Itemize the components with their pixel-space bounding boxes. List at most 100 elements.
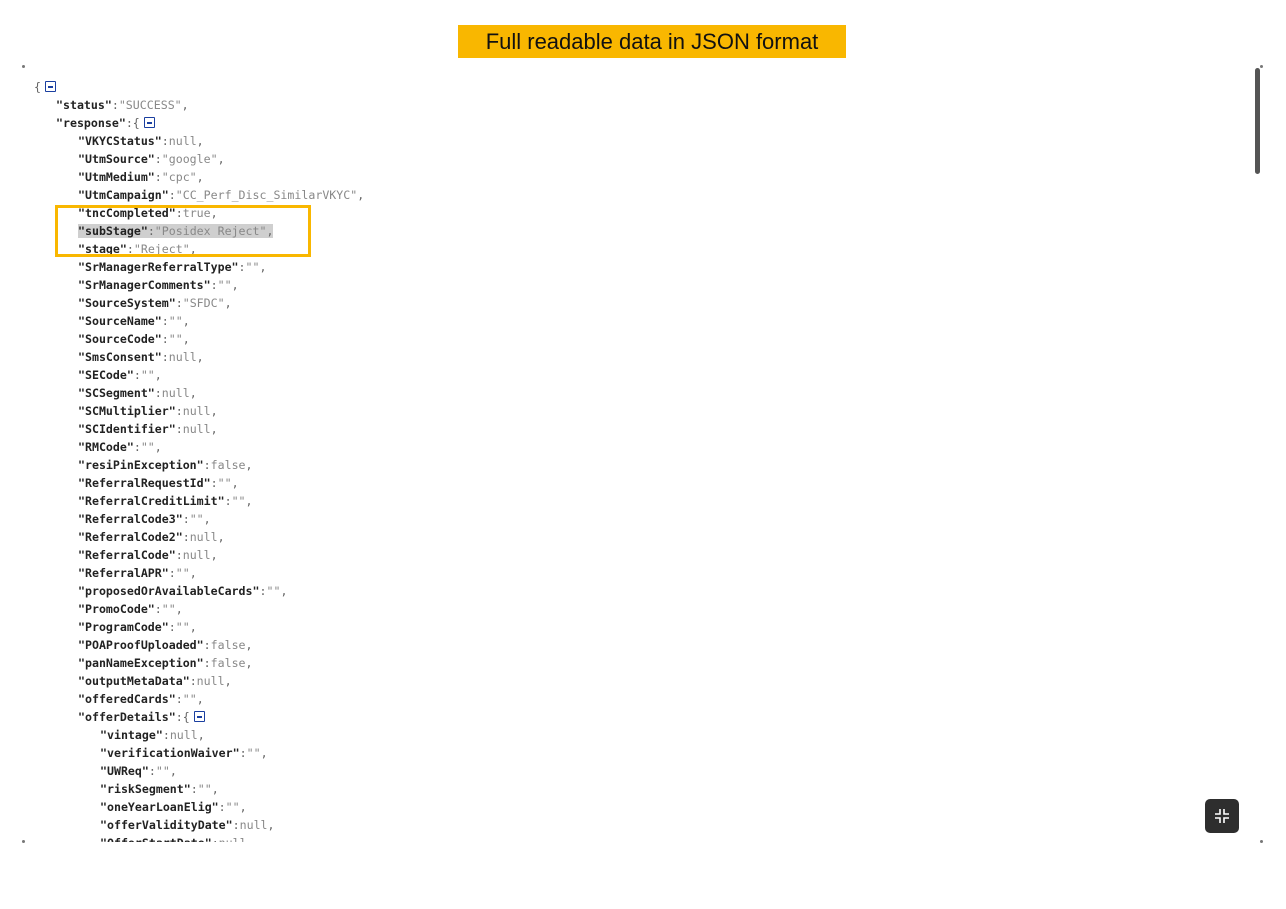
json-value: null (161, 386, 190, 400)
json-line: "subStage":"Posidex Reject", (34, 222, 364, 240)
json-value: false (210, 638, 246, 652)
json-line: "SECode":"", (34, 366, 364, 384)
json-line: "VKYCStatus":null, (34, 132, 364, 150)
json-colon: : (203, 458, 211, 472)
json-value: null (182, 422, 211, 436)
json-colon: : (154, 602, 162, 616)
json-comma: , (247, 836, 254, 842)
json-value: "Reject" (133, 242, 190, 256)
json-comma: , (210, 548, 218, 562)
json-comma: , (231, 278, 239, 292)
json-comma: , (210, 422, 218, 436)
json-value: "CC_Perf_Disc_SimilarVKYC" (175, 188, 358, 202)
json-colon: : (168, 188, 176, 202)
json-line-content: "offeredCards":"", (78, 692, 204, 706)
json-value: "" (246, 746, 261, 760)
json-line-content: "UtmMedium":"cpc", (78, 170, 204, 184)
json-key: "POAProofUploaded" (78, 638, 204, 652)
json-key: "ReferralCode3" (78, 512, 183, 526)
json-line-content: "vintage":null, (100, 728, 205, 742)
json-viewer[interactable]: {"status":"SUCCESS", "response":{"VKYCSta… (22, 66, 1262, 842)
json-key: "SrManagerComments" (78, 278, 211, 292)
vertical-scrollbar[interactable] (1255, 68, 1260, 174)
json-comma: , (175, 602, 183, 616)
collapse-node-icon[interactable] (193, 711, 205, 722)
json-value: "cpc" (161, 170, 197, 184)
json-comma: , (245, 638, 253, 652)
json-value: "" (175, 566, 190, 580)
collapse-button[interactable] (1205, 799, 1239, 833)
json-line-content: "offerValidityDate":null, (100, 818, 275, 832)
json-line: { (34, 78, 364, 96)
json-key: "VKYCStatus" (78, 134, 162, 148)
json-colon: : (154, 170, 162, 184)
collapse-node-icon[interactable] (143, 117, 155, 128)
json-line: "resiPinException":false, (34, 456, 364, 474)
json-key: "riskSegment" (100, 782, 191, 796)
json-comma: , (189, 566, 197, 580)
json-comma: , (231, 476, 239, 490)
json-colon: : (218, 800, 226, 814)
json-line-content: "SmsConsent":null, (78, 350, 204, 364)
json-colon: : (126, 242, 134, 256)
json-line-content: "UtmCampaign":"CC_Perf_Disc_SimilarVKYC"… (78, 188, 364, 202)
json-colon: : (175, 206, 183, 220)
json-value: "" (217, 476, 232, 490)
json-comma: , (267, 818, 275, 832)
collapse-node-icon[interactable] (44, 81, 56, 92)
json-key: "ReferralCreditLimit" (78, 494, 225, 508)
json-line-content: "ReferralRequestId":"", (78, 476, 239, 490)
json-line: "ReferralAPR":"", (34, 564, 364, 582)
json-comma: , (169, 764, 177, 778)
json-colon: : (175, 710, 183, 724)
json-colon: : (147, 224, 155, 238)
json-brace: { (182, 710, 190, 724)
json-line-content: "oneYearLoanElig":"", (100, 800, 247, 814)
json-line-content: "ReferralAPR":"", (78, 566, 197, 580)
viewer-corner (1260, 840, 1263, 843)
json-line-content: "ProgramCode":"", (78, 620, 197, 634)
json-comma: , (196, 170, 204, 184)
json-line: "SmsConsent":null, (34, 348, 364, 366)
json-line: "proposedOrAvailableCards":"", (34, 582, 364, 600)
json-key: "SourceName" (78, 314, 162, 328)
json-line: "SrManagerComments":"", (34, 276, 364, 294)
json-key: "UtmSource" (78, 152, 155, 166)
json-comma: , (211, 782, 219, 796)
json-line: "SCMultiplier":null, (34, 402, 364, 420)
json-comma: , (217, 152, 225, 166)
json-comma: , (239, 800, 247, 814)
json-comma: , (245, 656, 253, 670)
json-line: "SourceName":"", (34, 312, 364, 330)
json-key: "subStage" (78, 224, 148, 238)
json-value: "" (140, 368, 155, 382)
json-value: null (168, 134, 197, 148)
json-key: "stage" (78, 242, 127, 256)
json-colon: : (175, 692, 183, 706)
json-brace: { (34, 80, 41, 94)
json-colon: : (210, 278, 218, 292)
json-key: "SourceCode" (78, 332, 162, 346)
json-value: "google" (161, 152, 218, 166)
json-line-content: "status":"SUCCESS", (56, 98, 189, 112)
json-value: "Posidex Reject" (154, 224, 267, 238)
json-line-content: "ReferralCode2":null, (78, 530, 225, 544)
json-comma: , (259, 260, 267, 274)
json-comma: , (224, 674, 232, 688)
json-line: "panNameException":false, (34, 654, 364, 672)
json-key: "SCMultiplier" (78, 404, 176, 418)
json-brace: { (132, 116, 140, 130)
json-line-content: "OfferStartDate":null, (100, 836, 254, 842)
json-key: "vintage" (100, 728, 163, 742)
json-line-content: "stage":"Reject", (78, 242, 197, 256)
json-key: "UtmMedium" (78, 170, 155, 184)
json-line-content: "tncCompleted":true, (78, 206, 218, 220)
json-key: "ReferralAPR" (78, 566, 169, 580)
json-colon: : (162, 728, 170, 742)
json-line: "verificationWaiver":"", (34, 744, 364, 762)
json-line-content: "verificationWaiver":"", (100, 746, 268, 760)
json-line: "status":"SUCCESS", (34, 96, 364, 114)
json-tree: {"status":"SUCCESS", "response":{"VKYCSta… (34, 78, 364, 842)
json-key: "SourceSystem" (78, 296, 176, 310)
json-line-content: { (34, 80, 41, 94)
